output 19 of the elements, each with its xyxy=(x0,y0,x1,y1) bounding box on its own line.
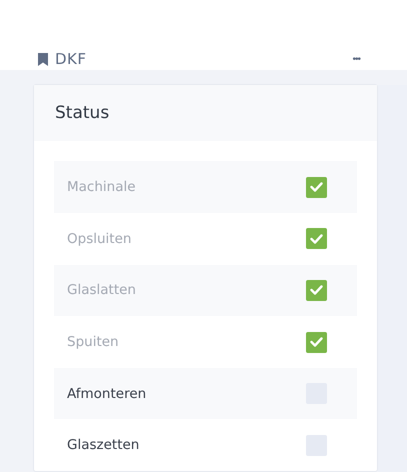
checkbox[interactable] xyxy=(306,228,327,250)
status-label: Spuiten xyxy=(67,334,119,350)
check-icon xyxy=(310,234,323,244)
checkbox[interactable] xyxy=(306,332,327,353)
check-icon xyxy=(310,182,323,192)
checkbox[interactable] xyxy=(306,176,327,198)
page-title: DKF xyxy=(55,50,87,68)
card-title: Status xyxy=(55,103,110,124)
status-label: Afmonteren xyxy=(67,386,146,402)
status-label: Machinale xyxy=(67,179,136,196)
status-label: Opsluiten xyxy=(67,230,132,247)
more-menu-button[interactable]: ••• xyxy=(352,50,360,70)
check-icon xyxy=(310,337,323,348)
status-label: Glaszetten xyxy=(67,437,140,454)
check-icon xyxy=(310,285,323,296)
checkbox[interactable] xyxy=(306,434,327,456)
bookmark-icon xyxy=(38,52,48,66)
checkbox[interactable] xyxy=(306,280,327,301)
status-label: Glaslatten xyxy=(67,282,136,298)
